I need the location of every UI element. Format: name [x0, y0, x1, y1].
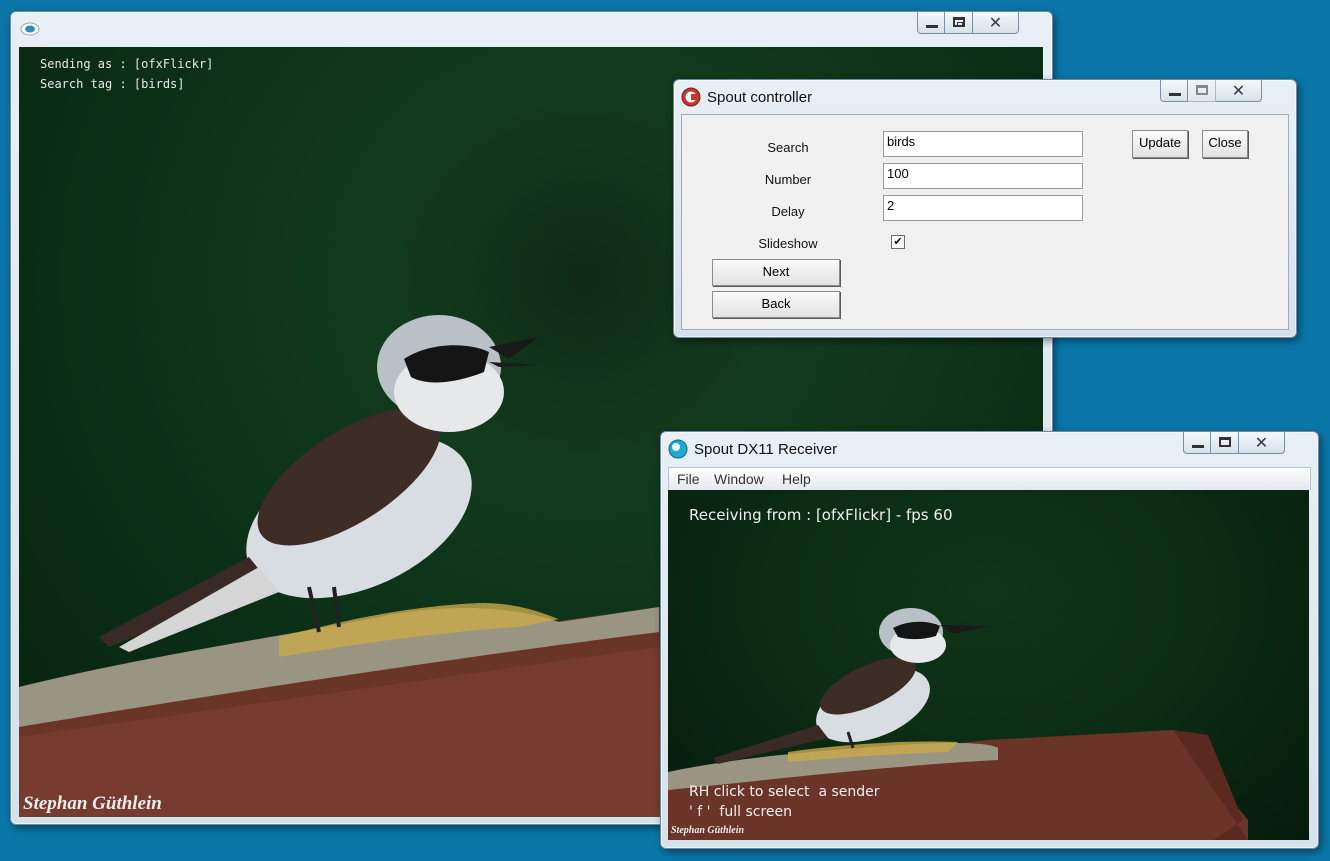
next-button[interactable]: Next — [712, 259, 840, 286]
controller-window[interactable]: Spout controller ✕ Search birds Number 1… — [673, 79, 1297, 338]
maximize-icon — [1219, 437, 1231, 447]
back-button[interactable]: Back — [712, 291, 840, 318]
spout-receiver-icon — [668, 439, 688, 459]
close-icon: ✕ — [988, 13, 1003, 32]
close-button[interactable]: ✕ — [1216, 80, 1262, 102]
receiver-title: Spout DX11 Receiver — [694, 441, 838, 458]
minimize-button[interactable] — [1160, 80, 1188, 102]
search-input[interactable]: birds — [883, 131, 1083, 157]
hint-select-sender: RH click to select a sender — [689, 784, 880, 800]
close-dialog-button[interactable]: Close — [1202, 130, 1248, 158]
search-label: Search — [767, 140, 809, 155]
menu-bar: File Window Help — [668, 467, 1311, 490]
minimize-icon — [1169, 93, 1181, 96]
minimize-button[interactable] — [1183, 432, 1211, 454]
sending-status: Sending as : [ofxFlickr] — [40, 57, 214, 71]
close-icon: ✕ — [1254, 433, 1269, 452]
minimize-button[interactable] — [917, 12, 945, 34]
receiver-image-canvas[interactable]: Receiving from : [ofxFlickr] - fps 60 RH… — [668, 490, 1309, 840]
maximize-button[interactable] — [1211, 432, 1239, 454]
app-icon — [20, 22, 40, 36]
minimize-icon — [926, 25, 938, 28]
menu-window[interactable]: Window — [714, 471, 764, 487]
close-button[interactable]: ✕ — [1239, 432, 1285, 454]
photographer-signature: Stephan Güthlein — [23, 793, 162, 814]
controller-titlebar[interactable]: Spout controller ✕ — [674, 80, 1296, 114]
number-input[interactable]: 100 — [883, 163, 1083, 189]
close-icon: ✕ — [1231, 81, 1246, 100]
sender-titlebar[interactable]: ✕ — [11, 12, 1052, 46]
delay-input[interactable]: 2 — [883, 195, 1083, 221]
hint-full-screen: ' f ' full screen — [689, 804, 792, 820]
number-label: Number — [764, 172, 812, 187]
restore-icon — [953, 17, 965, 27]
receiving-status: Receiving from : [ofxFlickr] - fps 60 — [689, 506, 953, 524]
minimize-icon — [1192, 445, 1204, 448]
close-button[interactable]: ✕ — [973, 12, 1019, 34]
controller-panel: Search birds Number 100 Delay 2 Slidesho… — [681, 114, 1289, 330]
spout-controller-icon — [681, 87, 701, 107]
maximize-icon — [1196, 85, 1208, 95]
maximize-button — [1188, 80, 1216, 102]
receiver-window[interactable]: Spout DX11 Receiver ✕ File Window Help R… — [660, 431, 1319, 849]
photographer-signature: Stephan Güthlein — [671, 825, 745, 836]
menu-help[interactable]: Help — [782, 471, 811, 487]
receiver-titlebar[interactable]: Spout DX11 Receiver ✕ — [661, 432, 1318, 466]
search-tag-status: Search tag : [birds] — [40, 77, 185, 91]
delay-label: Delay — [771, 204, 805, 219]
controller-title: Spout controller — [707, 89, 813, 106]
slideshow-checkbox[interactable]: ✔ — [891, 235, 905, 249]
maximize-button[interactable] — [945, 12, 973, 34]
slideshow-label: Slideshow — [758, 236, 818, 251]
menu-file[interactable]: File — [677, 471, 700, 487]
update-button[interactable]: Update — [1132, 130, 1188, 158]
